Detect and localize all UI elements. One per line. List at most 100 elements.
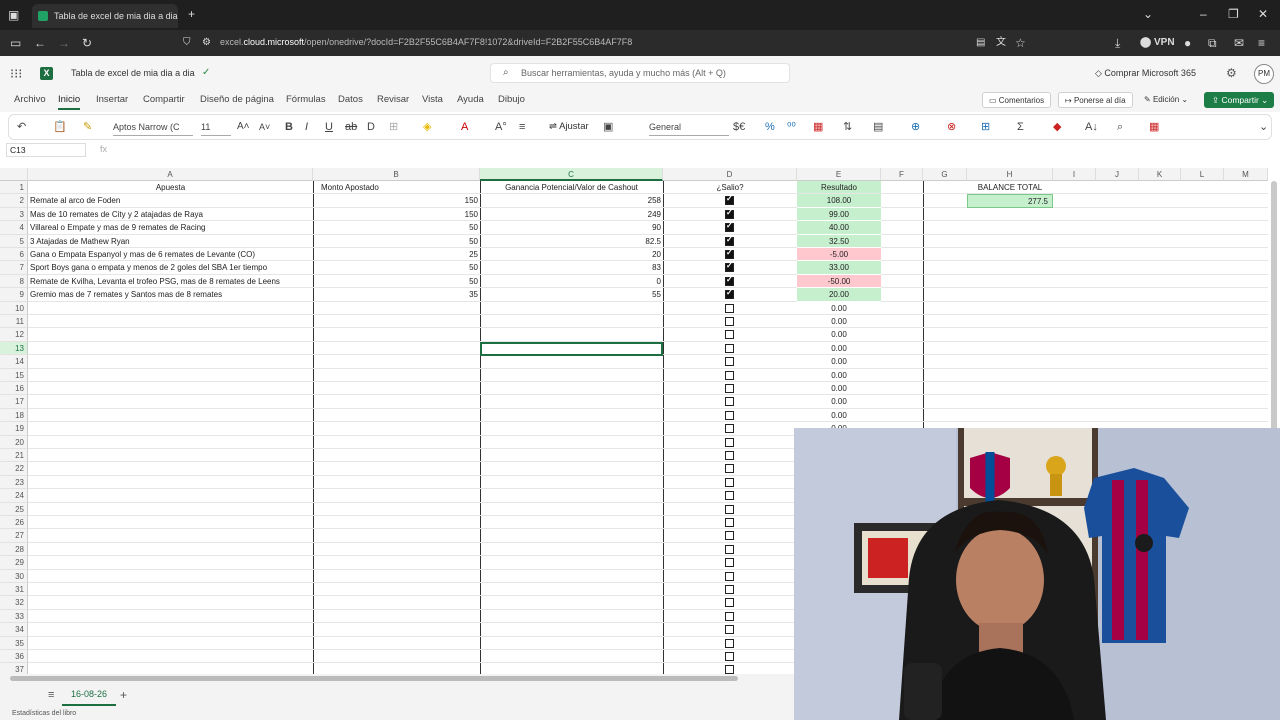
bookmark-star-icon[interactable]: ☆	[1015, 36, 1026, 50]
outcome-checkbox[interactable]	[725, 424, 734, 434]
stake-cell[interactable]: 50	[313, 261, 480, 275]
row-header[interactable]: 17	[0, 395, 28, 409]
bet-description-cell[interactable]: Gana o Empata Espanyol y mas de 6 remate…	[28, 248, 313, 262]
header-salio[interactable]: ¿Salio?	[663, 181, 797, 195]
bet-description-cell[interactable]: Remate de Kvilha, Levanta el trofeo PSG,…	[28, 275, 313, 289]
menu-insertar[interactable]: Insertar	[96, 94, 128, 105]
row-header[interactable]: 27	[0, 529, 28, 543]
stake-cell[interactable]: 25	[313, 248, 480, 262]
outcome-checkbox[interactable]	[725, 343, 734, 353]
result-cell[interactable]: 0.00	[797, 328, 881, 342]
row-header[interactable]: 9	[0, 288, 28, 302]
row-header[interactable]: 18	[0, 408, 28, 423]
row-header[interactable]: 34	[0, 623, 28, 637]
menu-dibujo[interactable]: Dibujo	[498, 94, 525, 105]
row-header[interactable]: 4	[0, 221, 28, 235]
result-cell[interactable]: 32.50	[797, 234, 881, 248]
row-header[interactable]: 30	[0, 569, 28, 583]
workbook-statistics[interactable]: Estadísticas del libro	[12, 710, 76, 717]
add-sheet-icon[interactable]: +	[120, 688, 127, 702]
menu-ayuda[interactable]: Ayuda	[457, 94, 484, 105]
result-cell[interactable]: 40.00	[797, 221, 881, 235]
row-header[interactable]: 32	[0, 596, 28, 610]
result-cell[interactable]: 0.00	[797, 341, 881, 356]
potential-gain-cell[interactable]: 82.5	[480, 235, 663, 248]
buy-microsoft-365-link[interactable]: ◇ Comprar Microsoft 365	[1095, 68, 1196, 79]
outcome-checkbox[interactable]	[725, 275, 734, 286]
close-window-icon[interactable]: ✕	[1258, 7, 1268, 21]
menu-icon[interactable]: ≡	[1258, 36, 1265, 50]
row-header[interactable]: 6	[0, 248, 28, 262]
bet-description-cell[interactable]: Remate al arco de Foden	[28, 194, 313, 208]
sort-icon[interactable]: ⇅	[843, 120, 852, 134]
header-monto-apostado[interactable]: Monto Apostado	[313, 181, 480, 195]
potential-gain-cell[interactable]: 20	[480, 248, 663, 262]
menu-vista[interactable]: Vista	[422, 94, 443, 105]
subscript-icon[interactable]: D	[367, 120, 375, 134]
search-input[interactable]: ⌕ Buscar herramientas, ayuda y mucho más…	[490, 63, 790, 83]
row-header[interactable]: 23	[0, 475, 28, 490]
potential-gain-cell[interactable]: 55	[480, 288, 663, 302]
outcome-checkbox[interactable]	[725, 261, 734, 273]
row-header[interactable]: 24	[0, 489, 28, 503]
column-header-d[interactable]: D	[663, 168, 797, 181]
wrap-text-button[interactable]: ⇌ Ajustar	[549, 121, 589, 132]
percent-icon[interactable]: %	[765, 120, 775, 134]
result-cell[interactable]: 0.00	[797, 301, 881, 315]
result-cell[interactable]: 108.00	[797, 194, 881, 208]
menu-inicio[interactable]: Inicio	[58, 94, 81, 110]
undo-icon[interactable]: ↶	[17, 120, 26, 134]
ribbon-collapse-icon[interactable]: ⌄	[1259, 120, 1268, 134]
shrink-font-icon[interactable]: A˅	[259, 120, 270, 134]
profile-icon[interactable]: ●	[1184, 36, 1191, 50]
outcome-checkbox[interactable]	[725, 531, 734, 541]
column-header-h[interactable]: H	[967, 168, 1053, 181]
document-title[interactable]: Tabla de excel de mia dia a dia	[71, 68, 195, 78]
stake-cell[interactable]: 150	[313, 194, 480, 208]
outcome-checkbox[interactable]	[725, 397, 734, 407]
outcome-checkbox[interactable]	[725, 544, 734, 554]
menu-archivo[interactable]: Archivo	[14, 94, 46, 105]
outcome-checkbox[interactable]	[725, 504, 734, 514]
font-color-icon[interactable]: A	[461, 120, 468, 134]
outcome-checkbox[interactable]	[725, 208, 734, 219]
result-cell[interactable]: 0.00	[797, 395, 881, 409]
bet-description-cell[interactable]: Mas de 10 remates de City y 2 atajadas d…	[28, 208, 313, 222]
row-header[interactable]: 35	[0, 636, 28, 650]
outcome-checkbox[interactable]	[725, 464, 734, 474]
shield-icon[interactable]: ⛉	[183, 36, 191, 50]
outcome-checkbox[interactable]	[725, 585, 734, 594]
outcome-checkbox[interactable]	[725, 370, 734, 380]
potential-gain-cell[interactable]: 258	[480, 194, 663, 208]
header-apuesta[interactable]: Apuesta	[28, 181, 313, 195]
insert-cells-icon[interactable]: ⊕	[911, 120, 920, 134]
potential-gain-cell[interactable]: 83	[480, 261, 663, 275]
browser-tab[interactable]: Tabla de excel de mia dia a dia. ✕	[32, 4, 178, 28]
row-header[interactable]: 22	[0, 462, 28, 476]
comma-style-icon[interactable]: ⁰⁰	[787, 120, 796, 134]
stake-cell[interactable]: 35	[313, 288, 480, 302]
bet-description-cell[interactable]: Sport Boys gana o empata y menos de 2 go…	[28, 261, 313, 275]
bet-description-cell[interactable]: 3 Atajadas de Mathew Ryan	[28, 235, 313, 248]
outcome-checkbox[interactable]	[725, 235, 734, 246]
sheet-list-icon[interactable]: ≡	[48, 688, 54, 702]
sheet-tab[interactable]: 16-08-26	[62, 686, 116, 706]
sort-filter-icon[interactable]: A↓	[1085, 120, 1098, 134]
outcome-checkbox[interactable]	[725, 357, 734, 367]
outcome-checkbox[interactable]	[725, 598, 734, 608]
column-header-g[interactable]: G	[923, 168, 967, 181]
menu-diseno-pagina[interactable]: Diseño de página	[200, 94, 274, 105]
row-header[interactable]: 5	[0, 234, 28, 248]
menu-formulas[interactable]: Fórmulas	[286, 94, 326, 105]
row-header[interactable]: 7	[0, 261, 28, 275]
back-icon[interactable]: ←	[34, 36, 46, 50]
tab-actions-icon[interactable]: ▣	[8, 8, 19, 22]
row-header[interactable]: 31	[0, 583, 28, 597]
forward-icon[interactable]: →	[58, 36, 70, 50]
translate-icon[interactable]: 文	[996, 36, 1006, 50]
result-cell[interactable]: 0.00	[797, 382, 881, 396]
balance-total-value[interactable]: 277.5	[967, 194, 1053, 208]
row-header[interactable]: 26	[0, 516, 28, 530]
url-field[interactable]: excel.cloud.microsoft/open/onedrive/?doc…	[220, 37, 632, 47]
font-options-icon[interactable]: A°	[495, 120, 507, 134]
